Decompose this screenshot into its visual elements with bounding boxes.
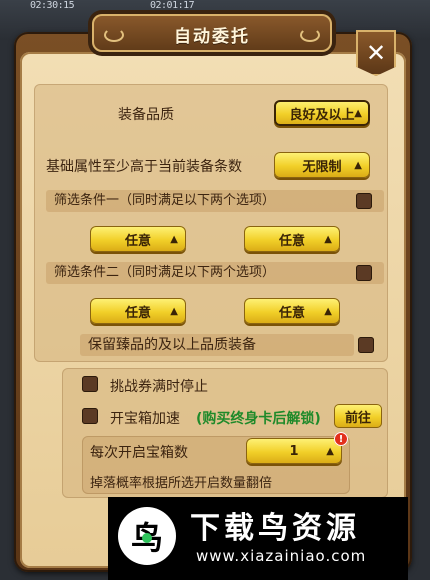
goto-label: 前往 (344, 410, 371, 426)
dropdown-arrow-icon: ▲ (324, 306, 332, 317)
dropdown-arrow-icon: ▲ (170, 306, 178, 317)
unlock-hint: (购买终身卡后解锁) (196, 411, 321, 427)
dropdown-arrow-icon: ▲ (354, 108, 362, 119)
chest-count-value: 1 (289, 443, 299, 459)
dialog-title: 自动委托 (174, 27, 250, 47)
dropdown-arrow-icon: ▲ (170, 234, 178, 245)
chest-count-dropdown[interactable]: 1 ▲ (246, 438, 342, 464)
filter2-label: 筛选条件二（同时满足以下两个选项） (46, 262, 384, 284)
watermark-url: www.xiazainiao.com (196, 547, 367, 565)
dropdown-arrow-icon: ▲ (324, 234, 332, 245)
filter2-checkbox[interactable] (356, 265, 372, 281)
filter1-option-b-dropdown[interactable]: 任意 ▲ (244, 226, 340, 252)
alert-icon: ! (334, 432, 348, 446)
filter2-option-a-value: 任意 (124, 305, 151, 321)
filter2-option-b-dropdown[interactable]: 任意 ▲ (244, 298, 340, 324)
challenge-label: 挑战券满时停止 (110, 379, 208, 395)
keep-rare-label-text: 保留臻品的及以上品质装备 (88, 337, 256, 353)
background-timer-mid: 02:01:17 (150, 0, 195, 11)
filter1-option-a-dropdown[interactable]: 任意 ▲ (90, 226, 186, 252)
keep-rare-checkbox[interactable] (358, 337, 374, 353)
watermark-title: 下载鸟资源 (190, 511, 360, 546)
logo-green-dot (142, 533, 152, 543)
close-icon: ✕ (365, 39, 387, 67)
chest-count-label: 每次开启宝箱数 (90, 445, 188, 461)
filter2-option-b-value: 任意 (278, 305, 305, 321)
chest-count-note: 掉落概率根据所选开启数量翻倍 (90, 476, 273, 491)
keep-rare-label: 保留臻品的及以上品质装备 (80, 334, 354, 356)
dialog-title-bar: 自动委托 (92, 14, 332, 52)
filter2-option-a-dropdown[interactable]: 任意 ▲ (90, 298, 186, 324)
filter1-label: 筛选条件一（同时满足以下两个选项） (46, 190, 384, 212)
filter2-label-text: 筛选条件二（同时满足以下两个选项） (54, 265, 276, 280)
chest-speed-checkbox[interactable] (82, 408, 98, 424)
dropdown-arrow-icon: ▲ (354, 160, 362, 171)
chest-speed-label: 开宝箱加速 (110, 411, 180, 427)
title-ornament-right-icon (300, 28, 320, 42)
base-attr-label: 基础属性至少高于当前装备条数 (46, 159, 242, 175)
watermark-banner: 鸟 下载鸟资源 www.xiazainiao.com (108, 497, 408, 580)
bird-logo-icon: 鸟 (118, 507, 176, 565)
quality-label: 装备品质 (118, 107, 174, 123)
challenge-checkbox[interactable] (82, 376, 98, 392)
goto-button[interactable]: 前往 (334, 404, 382, 428)
dropdown-arrow-icon: ▲ (326, 446, 334, 457)
base-attr-dropdown[interactable]: 无限制 ▲ (274, 152, 370, 178)
base-attr-value: 无限制 (302, 159, 342, 175)
filter1-option-b-value: 任意 (278, 233, 305, 249)
filter1-checkbox[interactable] (356, 193, 372, 209)
quality-dropdown[interactable]: 良好及以上 ▲ (274, 100, 370, 126)
alert-glyph: ! (338, 433, 344, 445)
quality-value: 良好及以上 (289, 107, 355, 123)
background-timer-left: 02:30:15 (30, 0, 75, 11)
close-button[interactable]: ✕ (356, 30, 396, 76)
filter1-option-a-value: 任意 (124, 233, 151, 249)
filter1-label-text: 筛选条件一（同时满足以下两个选项） (54, 193, 276, 208)
